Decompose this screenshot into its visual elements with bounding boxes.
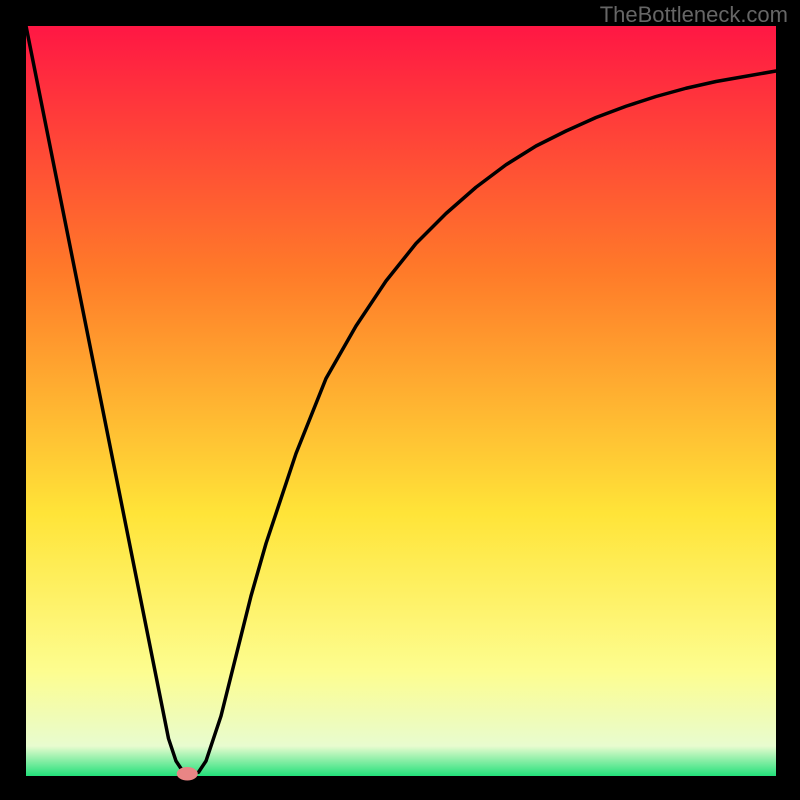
marker-dot [177, 767, 198, 781]
plot-background [26, 26, 776, 776]
chart-canvas [0, 0, 800, 800]
bottleneck-chart: TheBottleneck.com [0, 0, 800, 800]
